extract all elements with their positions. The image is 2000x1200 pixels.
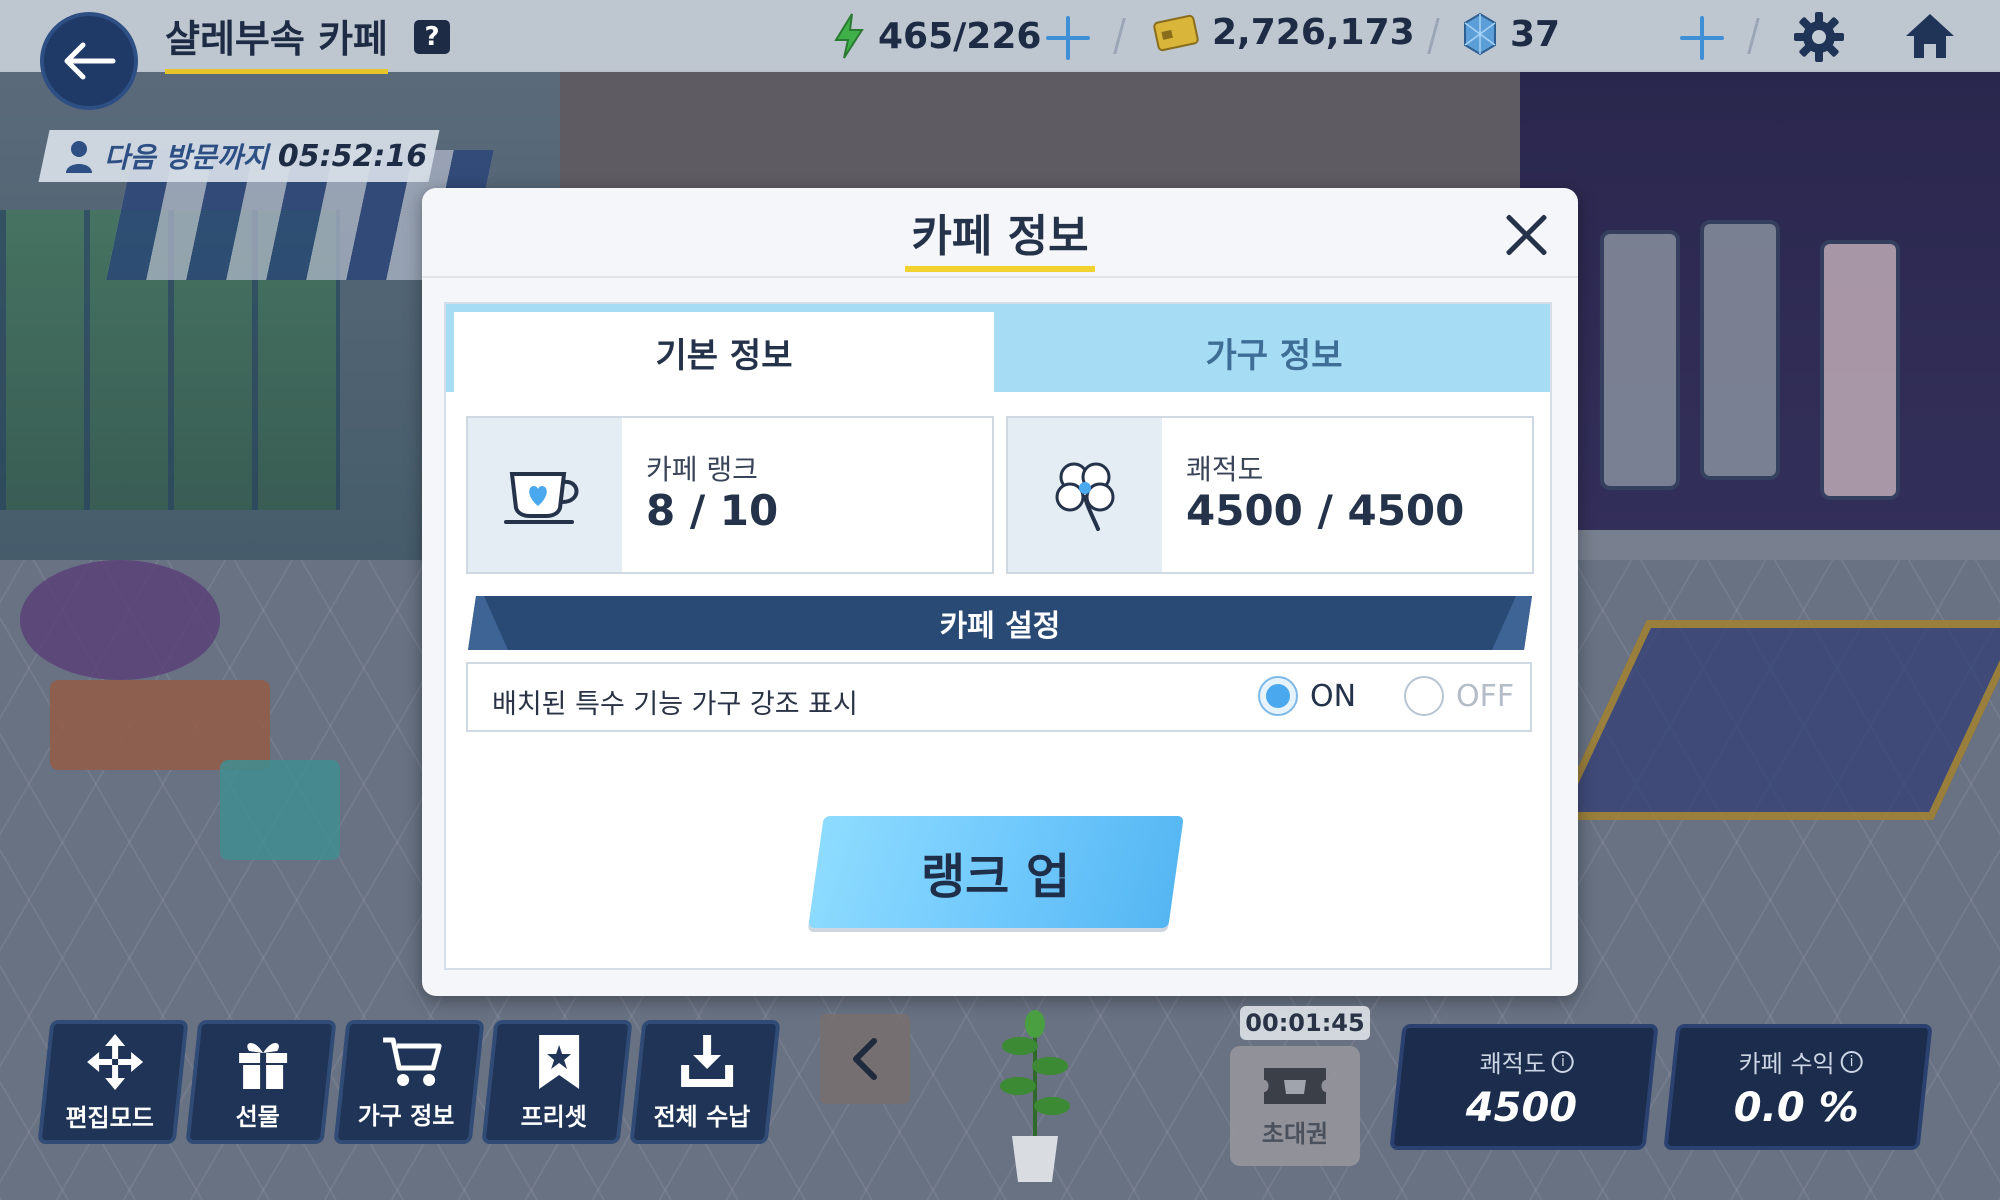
info-icon[interactable]: i [1840, 1050, 1863, 1072]
tab-bar: 기본 정보 가구 정보 [446, 304, 1550, 392]
comfort-label: 쾌적도 [1186, 453, 1264, 486]
pyroxene-resource: 37 [1462, 12, 1560, 56]
add-pyroxene-button[interactable] [1680, 16, 1724, 60]
cafe-rank-card: 카페 랭크 8 / 10 [466, 416, 994, 574]
info-icon[interactable]: i [1551, 1050, 1574, 1072]
furniture-info-button[interactable]: 가구 정보 [333, 1020, 485, 1144]
credits-value: 2,726,173 [1212, 12, 1415, 53]
cafe-income-header: 카페 수익 i [1739, 1044, 1863, 1079]
add-ap-button[interactable] [1046, 16, 1090, 60]
person-icon [66, 141, 92, 173]
clover-icon [1055, 462, 1115, 531]
cafe-title: 샬레부속 카페 [165, 8, 388, 74]
cafe-rank-value: 8 / 10 [646, 486, 779, 535]
credit-card-icon [1153, 14, 1199, 51]
modal-title: 카페 정보 [911, 211, 1089, 262]
move-arrows-icon [87, 1033, 144, 1090]
lightning-icon [834, 13, 864, 59]
comfort-stat-box[interactable]: 쾌적도 i 4500 [1389, 1024, 1659, 1150]
furniture-info-label: 가구 정보 [357, 1101, 455, 1130]
ticket-icon [1264, 1067, 1326, 1104]
gift-icon [239, 1042, 288, 1089]
cafe-settings-header: 카페 설정 [468, 596, 1532, 650]
collapse-toolbar-button[interactable] [820, 1014, 910, 1104]
home-icon[interactable] [1902, 8, 1958, 64]
preset-label: 프리셋 [520, 1102, 587, 1131]
cart-icon [383, 1037, 442, 1086]
cafe-income-stat-box[interactable]: 카페 수익 i 0.0 % [1663, 1024, 1933, 1150]
download-tray-icon [681, 1034, 734, 1087]
pyroxene-gem-icon [1464, 12, 1496, 56]
comfort-card: 쾌적도 4500 / 4500 [1006, 416, 1534, 574]
divider [422, 276, 1578, 278]
close-button[interactable] [1502, 210, 1552, 260]
bookmark-star-icon [539, 1034, 580, 1089]
radio-on[interactable]: ON [1258, 676, 1356, 716]
comfort-stat-value: 4500 [1466, 1084, 1578, 1131]
next-visit-timer: 다음 방문까지 05:52:16 [38, 130, 440, 182]
rank-up-label: 랭크 업 [921, 849, 1071, 905]
cafe-income-value: 0.0 % [1733, 1084, 1859, 1131]
tab-basic-info[interactable]: 기본 정보 [454, 312, 994, 392]
edit-mode-button[interactable]: 편집모드 [37, 1020, 189, 1144]
next-visit-label: 다음 방문까지 [104, 141, 269, 174]
store-all-label: 전체 수납 [653, 1102, 750, 1131]
cafe-settings-title: 카페 설정 [939, 609, 1061, 644]
arrow-left-icon [64, 42, 116, 80]
radio-off[interactable]: OFF [1404, 676, 1514, 716]
help-button[interactable]: ? [414, 20, 450, 54]
comfort-value: 4500 / 4500 [1186, 486, 1465, 535]
invite-timer: 00:01:45 [1240, 1006, 1370, 1040]
next-visit-time: 05:52:16 [278, 138, 428, 174]
coffee-cup-icon [504, 472, 579, 524]
gear-icon[interactable] [1792, 10, 1846, 64]
preset-button[interactable]: 프리셋 [481, 1020, 633, 1144]
radio-off-label: OFF [1456, 678, 1515, 714]
title-underline [905, 266, 1095, 272]
gift-label: 선물 [235, 1102, 280, 1131]
store-all-button[interactable]: 전체 수납 [629, 1020, 781, 1144]
rank-up-button[interactable]: 랭크 업 [808, 816, 1184, 928]
back-button[interactable] [40, 12, 138, 110]
comfort-icon-box [1008, 418, 1162, 572]
highlight-furniture-option: 배치된 특수 기능 가구 강조 표시 ON OFF [466, 662, 1532, 732]
gift-button[interactable]: 선물 [185, 1020, 337, 1144]
pyroxene-value: 37 [1510, 13, 1561, 55]
radio-off-indicator[interactable] [1404, 676, 1444, 716]
bottom-toolbar: 편집모드 선물 가구 정보 프리셋 전체 수납 00:01:45 초대권 쾌적도… [0, 1006, 2000, 1200]
credits-resource: 2,726,173 [1152, 12, 1415, 53]
cafe-rank-icon-box [468, 418, 622, 572]
radio-on-indicator[interactable] [1258, 676, 1298, 716]
highlight-furniture-label: 배치된 특수 기능 가구 강조 표시 [492, 689, 858, 720]
ap-resource: 465/226 [832, 12, 1041, 60]
invite-ticket-button[interactable]: 초대권 [1230, 1046, 1360, 1166]
invite-ticket-label: 초대권 [1261, 1119, 1329, 1148]
chevron-left-icon [853, 1038, 877, 1080]
comfort-stat-header: 쾌적도 i [1480, 1044, 1574, 1079]
cafe-rank-label: 카페 랭크 [646, 453, 758, 486]
cafe-info-modal: 카페 정보 기본 정보 가구 정보 카페 랭크 8 / 10 쾌적도 4500 … [422, 188, 1578, 996]
cafe-income-label: 카페 수익 [1738, 1049, 1835, 1078]
radio-on-label: ON [1310, 678, 1357, 714]
edit-mode-label: 편집모드 [65, 1103, 154, 1132]
comfort-stat-label: 쾌적도 [1479, 1049, 1546, 1078]
ap-value: 465/226 [878, 15, 1042, 57]
potted-plant-decoration [1000, 1010, 1070, 1182]
tab-furniture-info[interactable]: 가구 정보 [1002, 312, 1546, 392]
modal-panel: 기본 정보 가구 정보 카페 랭크 8 / 10 쾌적도 4500 / 4500… [444, 302, 1552, 970]
